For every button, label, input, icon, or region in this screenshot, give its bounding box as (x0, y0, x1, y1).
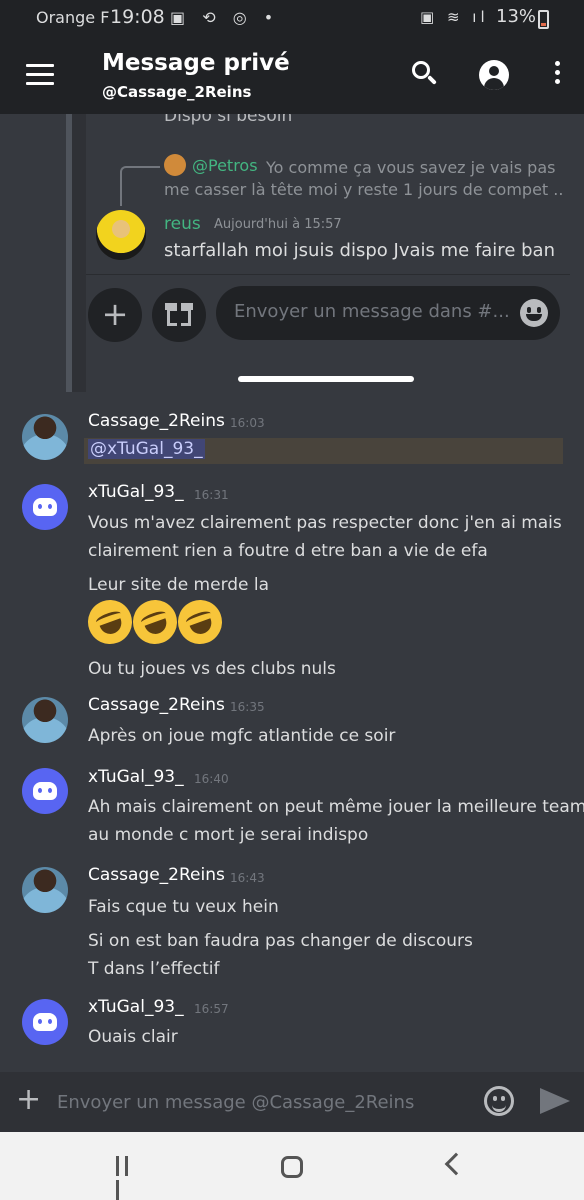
embed-message-text: starfallah moi jsuis dispo Jvais me fair… (164, 240, 555, 261)
embed-scrollbar (66, 114, 72, 392)
message-author[interactable]: xTuGal_93_ (88, 997, 184, 1017)
gift-icon (152, 288, 206, 342)
plus-icon: + (88, 288, 142, 342)
system-nav-bar (0, 1132, 584, 1200)
profile-icon[interactable] (477, 58, 511, 92)
message-input[interactable]: Envoyer un message @Cassage_2Reins (57, 1092, 414, 1113)
embed-message-time: Aujourd'hui à 15:57 (214, 217, 342, 232)
message-author[interactable]: xTuGal_93_ (88, 767, 184, 787)
avatar[interactable] (22, 414, 68, 460)
clock: 19:08 (110, 6, 165, 28)
message-text: Ou tu joues vs des clubs nuls (88, 659, 336, 679)
message-time: 16:31 (194, 488, 229, 502)
message-text: Après on joue mgfc atlantide ce soir (88, 726, 396, 746)
reply-text-line1: Yo comme ça vous savez je vais pas (266, 158, 556, 177)
avatar[interactable] (22, 697, 68, 743)
reply-text-line2: me casser là tête moi y reste 1 jours de… (164, 180, 564, 199)
message-time: 16:57 (194, 1002, 229, 1016)
page-subtitle: @Cassage_2Reins (102, 83, 252, 101)
reply-author: @Petros (192, 156, 258, 175)
message-time: 16:35 (230, 700, 265, 714)
plus-icon[interactable]: + (16, 1082, 41, 1117)
status-bar: Orange F 19:08 ▣ ⟲ ◎ • ▣ ≋ ıl 13% (0, 0, 584, 36)
recent-apps-icon[interactable] (116, 1156, 140, 1200)
emoji-icon[interactable] (484, 1086, 514, 1116)
message-text: Vous m'avez clairement pas respecter don… (88, 513, 562, 533)
carrier-label: Orange F (36, 8, 110, 27)
avatar[interactable] (22, 768, 68, 814)
emoji-icon (520, 299, 548, 327)
send-icon[interactable] (540, 1088, 570, 1114)
discord-logo-icon (33, 1013, 57, 1031)
message-text: Si on est ban faudra pas changer de disc… (88, 931, 473, 951)
message-author[interactable]: Cassage_2Reins (88, 865, 225, 885)
message-composer: + Envoyer un message @Cassage_2Reins (0, 1072, 584, 1132)
avatar (96, 210, 146, 260)
message-time: 16:03 (230, 416, 265, 430)
app-bar: Message privé @Cassage_2Reins (0, 36, 584, 114)
message-author[interactable]: Cassage_2Reins (88, 411, 225, 431)
message-author[interactable]: xTuGal_93_ (88, 482, 184, 502)
discord-logo-icon (33, 782, 57, 800)
page-title: Message privé (102, 50, 290, 76)
menu-icon[interactable] (26, 64, 54, 86)
message-author[interactable]: Cassage_2Reins (88, 695, 225, 715)
message-text: Ah mais clairement on peut même jouer la… (88, 797, 584, 817)
back-icon[interactable] (444, 1152, 468, 1176)
notification-icons: ▣ ⟲ ◎ • (170, 8, 280, 27)
embedded-chat: Dispo si besoin @Petros Yo comme ça vous… (86, 114, 570, 392)
divider (86, 274, 570, 275)
screenshot-attachment[interactable]: Dispo si besoin @Petros Yo comme ça vous… (66, 114, 570, 392)
signal-icons: ▣ ≋ ıl (420, 8, 489, 26)
avatar[interactable] (22, 867, 68, 913)
avatar[interactable] (22, 999, 68, 1045)
embed-input: Envoyer un message dans #... (216, 286, 560, 340)
message-text: T dans l’effectif (88, 959, 220, 979)
embed-message-author: reus (164, 214, 201, 234)
reply-avatar (164, 154, 186, 176)
message-text: Fais cque tu veux hein (88, 897, 279, 917)
message-text: Leur site de merde la (88, 575, 270, 595)
home-indicator (238, 376, 414, 382)
user-mention[interactable]: @xTuGal_93_ (88, 439, 205, 459)
reply-connector (120, 166, 160, 206)
message-text: Ouais clair (88, 1027, 178, 1047)
more-icon[interactable] (540, 58, 574, 92)
search-icon[interactable] (408, 58, 442, 92)
laughing-emoji-icon (126, 593, 184, 651)
embed-input-placeholder: Envoyer un message dans #... (234, 301, 510, 322)
emoji-reaction-row (81, 593, 229, 651)
laughing-emoji-icon (81, 593, 139, 651)
discord-logo-icon (33, 498, 57, 516)
message-text: clairement rien a foutre d etre ban a vi… (88, 541, 488, 561)
message-time: 16:43 (230, 871, 265, 885)
avatar[interactable] (22, 484, 68, 530)
message-time: 16:40 (194, 772, 229, 786)
message-text: au monde c mort je serai indispo (88, 825, 369, 845)
embed-previous-text: Dispo si besoin (164, 114, 293, 126)
battery-percent: 13% (496, 6, 537, 27)
battery-icon (538, 10, 549, 29)
home-icon[interactable] (281, 1156, 303, 1178)
laughing-emoji-icon (171, 593, 229, 651)
